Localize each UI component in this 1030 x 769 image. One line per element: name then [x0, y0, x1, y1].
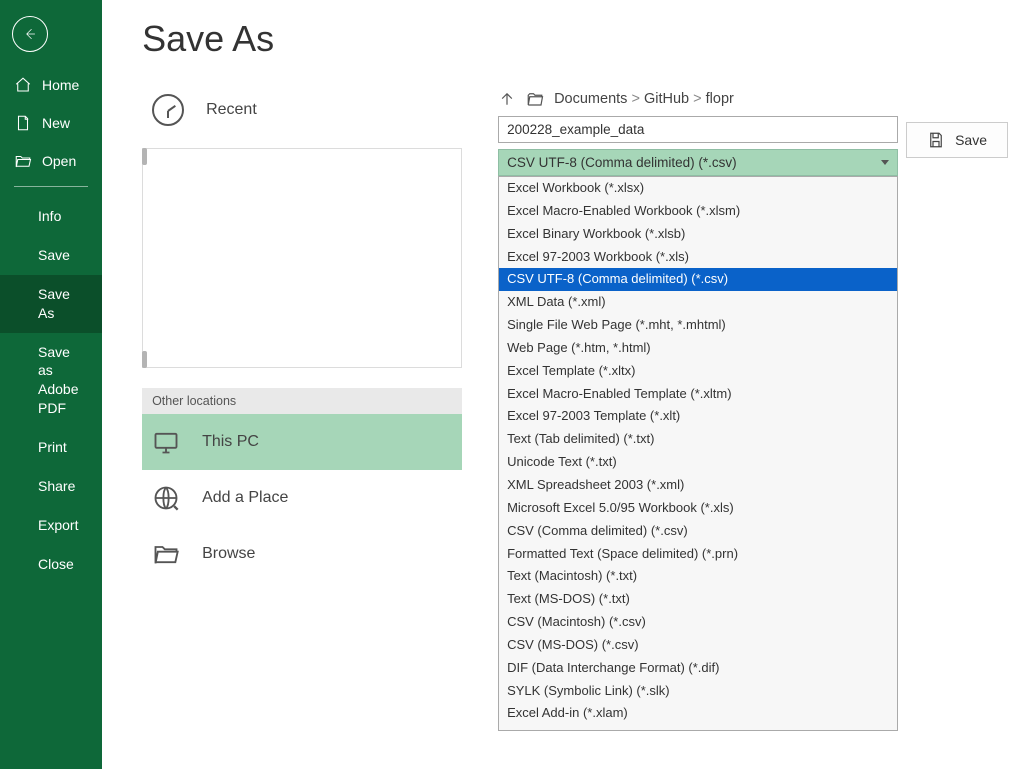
pc-icon: [152, 428, 180, 456]
sidebar-item-save-as[interactable]: Save As: [0, 275, 102, 333]
sidebar-item-label: New: [42, 115, 70, 131]
recent-list-box: [142, 148, 462, 368]
filename-input[interactable]: [498, 116, 898, 143]
locations-list: This PC Add a Place Browse: [142, 414, 462, 582]
file-type-option[interactable]: XML Data (*.xml): [499, 291, 897, 314]
breadcrumb-separator: >: [693, 91, 701, 107]
file-type-option[interactable]: XML Spreadsheet 2003 (*.xml): [499, 474, 897, 497]
arrow-left-icon: [22, 26, 38, 42]
other-locations-header: Other locations: [142, 388, 462, 414]
sidebar: Home New Open InfoSaveSave AsSave as Adobe…: [0, 0, 102, 769]
location-add-a-place[interactable]: Add a Place: [142, 470, 462, 526]
sidebar-item-info[interactable]: Info: [0, 197, 102, 236]
sidebar-primary-nav: Home New Open: [0, 66, 102, 180]
file-type-option[interactable]: CSV UTF-8 (Comma delimited) (*.csv): [499, 268, 897, 291]
file-type-option[interactable]: Excel 97-2003 Add-in (*.xla): [499, 725, 897, 731]
sidebar-item-label: Home: [42, 77, 79, 93]
file-type-option[interactable]: Excel Binary Workbook (*.xlsb): [499, 223, 897, 246]
main-area: Save As Recent Other locations This PC Ad…: [102, 0, 1030, 769]
globe-icon: [152, 484, 180, 512]
sidebar-item-close[interactable]: Close: [0, 545, 102, 584]
sidebar-secondary-nav: InfoSaveSave AsSave as Adobe PDFPrintSha…: [0, 197, 102, 584]
up-arrow-icon[interactable]: [498, 90, 516, 108]
file-type-option[interactable]: Excel 97-2003 Template (*.xlt): [499, 405, 897, 428]
file-type-option[interactable]: Excel Add-in (*.xlam): [499, 702, 897, 725]
file-type-selected-label: CSV UTF-8 (Comma delimited) (*.csv): [507, 155, 737, 170]
sidebar-item-share[interactable]: Share: [0, 467, 102, 506]
breadcrumb[interactable]: Documents > GitHub > flopr: [554, 91, 734, 107]
location-label: Browse: [202, 545, 255, 563]
location-label: This PC: [202, 433, 259, 451]
sidebar-item-label: Open: [42, 153, 76, 169]
location-this-pc[interactable]: This PC: [142, 414, 462, 470]
clock-icon: [152, 94, 184, 126]
body-columns: Recent Other locations This PC Add a Plac…: [142, 90, 1008, 731]
save-column: Documents > GitHub > flopr CSV UTF-8 (Co…: [498, 90, 1008, 731]
back-button[interactable]: [12, 16, 48, 52]
sidebar-item-home[interactable]: Home: [0, 66, 102, 104]
chevron-down-icon: [881, 160, 889, 165]
sidebar-item-print[interactable]: Print: [0, 428, 102, 467]
page-title: Save As: [142, 18, 1008, 60]
scroll-marker-top: [142, 148, 147, 165]
file-type-option[interactable]: DIF (Data Interchange Format) (*.dif): [499, 657, 897, 680]
doc-icon: [14, 114, 32, 132]
file-type-dropdown: Excel Workbook (*.xlsx)Excel Macro-Enabl…: [498, 176, 898, 731]
file-type-option[interactable]: Formatted Text (Space delimited) (*.prn): [499, 543, 897, 566]
sidebar-item-open[interactable]: Open: [0, 142, 102, 180]
breadcrumb-separator: >: [631, 91, 639, 107]
file-type-option[interactable]: Excel Macro-Enabled Template (*.xltm): [499, 383, 897, 406]
file-type-option[interactable]: Excel Workbook (*.xlsx): [499, 177, 897, 200]
folder-icon: [152, 540, 180, 568]
app-root: HomeNewOpen InfoSaveSave AsSave as Adobe…: [0, 0, 1030, 769]
sidebar-item-save[interactable]: Save: [0, 236, 102, 275]
file-type-option[interactable]: Text (Macintosh) (*.txt): [499, 565, 897, 588]
file-type-option[interactable]: Text (Tab delimited) (*.txt): [499, 428, 897, 451]
file-type-option[interactable]: CSV (Comma delimited) (*.csv): [499, 520, 897, 543]
file-type-option[interactable]: Excel Template (*.xltx): [499, 360, 897, 383]
save-icon: [927, 131, 945, 149]
file-type-option[interactable]: Excel Macro-Enabled Workbook (*.xlsm): [499, 200, 897, 223]
open-icon: [14, 152, 32, 170]
breadcrumb-row: Documents > GitHub > flopr: [498, 90, 898, 108]
folder-open-icon: [526, 90, 544, 108]
sidebar-divider: [14, 186, 88, 187]
file-type-option[interactable]: SYLK (Symbolic Link) (*.slk): [499, 680, 897, 703]
breadcrumb-segment[interactable]: GitHub: [644, 91, 689, 107]
sidebar-item-export[interactable]: Export: [0, 506, 102, 545]
save-panel: Documents > GitHub > flopr CSV UTF-8 (Co…: [498, 90, 898, 731]
breadcrumb-segment[interactable]: flopr: [706, 91, 734, 107]
file-type-option[interactable]: Microsoft Excel 5.0/95 Workbook (*.xls): [499, 497, 897, 520]
file-type-option[interactable]: Unicode Text (*.txt): [499, 451, 897, 474]
location-label: Add a Place: [202, 489, 288, 507]
breadcrumb-segment[interactable]: Documents: [554, 91, 627, 107]
file-type-selector[interactable]: CSV UTF-8 (Comma delimited) (*.csv): [498, 149, 898, 176]
location-browse[interactable]: Browse: [142, 526, 462, 582]
scroll-marker-bottom: [142, 351, 147, 368]
file-type-option[interactable]: Single File Web Page (*.mht, *.mhtml): [499, 314, 897, 337]
file-type-option[interactable]: Web Page (*.htm, *.html): [499, 337, 897, 360]
file-type-option[interactable]: Excel 97-2003 Workbook (*.xls): [499, 246, 897, 269]
save-button-label: Save: [955, 132, 987, 148]
file-type-option[interactable]: Text (MS-DOS) (*.txt): [499, 588, 897, 611]
file-type-option[interactable]: CSV (MS-DOS) (*.csv): [499, 634, 897, 657]
locations-column: Recent Other locations This PC Add a Plac…: [142, 90, 462, 731]
recent-label: Recent: [206, 101, 257, 119]
recent-row[interactable]: Recent: [142, 90, 462, 148]
save-button[interactable]: Save: [906, 122, 1008, 158]
file-type-option[interactable]: CSV (Macintosh) (*.csv): [499, 611, 897, 634]
home-icon: [14, 76, 32, 94]
sidebar-item-save-as-adobe-pdf[interactable]: Save as Adobe PDF: [0, 333, 102, 429]
sidebar-item-new[interactable]: New: [0, 104, 102, 142]
